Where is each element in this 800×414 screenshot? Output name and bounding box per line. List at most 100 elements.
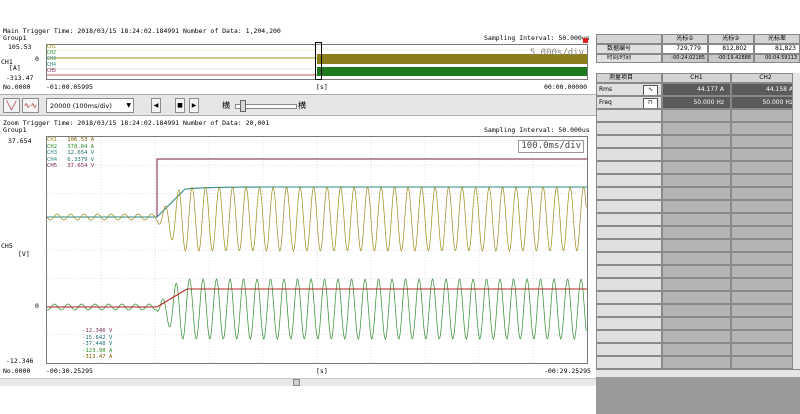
meas-empty-cell bbox=[596, 200, 662, 213]
meas-empty-cell bbox=[731, 109, 800, 122]
meas-empty-cell bbox=[662, 343, 731, 356]
meas-empty-cell bbox=[596, 226, 662, 239]
zoom-scroll-thumb[interactable] bbox=[293, 379, 300, 386]
zoom-bottom-values: -12.346 V -15.642 V -37.448 V -123.98 A … bbox=[82, 328, 112, 361]
zoom-rate-select[interactable]: 20000 (100ms/div) ▼ bbox=[46, 98, 134, 113]
freq-pulse-icon: ⊓ bbox=[643, 98, 658, 108]
zoom-top-ch: CH3 bbox=[47, 150, 58, 156]
zoom-bottom-blank bbox=[0, 386, 596, 414]
zoom-in-button[interactable]: ╲╱ bbox=[3, 98, 20, 113]
zoom-top-value: 37.654 V bbox=[67, 163, 95, 169]
meas-empty-cell bbox=[731, 356, 800, 369]
cursor-diff-data-number: 81,823 bbox=[754, 44, 800, 54]
meas-empty-cell bbox=[731, 122, 800, 135]
meas-empty-cell bbox=[731, 343, 800, 356]
meas-empty-cell bbox=[662, 161, 731, 174]
zoom-y-bottom: -12.346 bbox=[6, 357, 34, 365]
meas-empty-cell bbox=[596, 174, 662, 187]
meas-empty-cell bbox=[731, 213, 800, 226]
meas-header-ch2: CH2 bbox=[731, 73, 800, 83]
meas-empty-cell bbox=[662, 174, 731, 187]
main-ch-tag: CH5 bbox=[47, 68, 57, 74]
cursor1-data-number[interactable]: 729,779 bbox=[662, 44, 708, 54]
zoom-x-unit: [s] bbox=[316, 367, 328, 375]
zoom-unit-label: [V] bbox=[18, 250, 30, 258]
zoom-top-ch: CH1 bbox=[47, 137, 58, 143]
zoom-top-ch: CH2 bbox=[47, 143, 58, 150]
meas-row-freq-label[interactable]: Freq ⊓ bbox=[596, 96, 662, 109]
meas-empty-cell bbox=[731, 161, 800, 174]
meas-empty-cell bbox=[596, 265, 662, 278]
cursor2-data-number[interactable]: 812,802 bbox=[708, 44, 754, 54]
meas-empty-cell bbox=[662, 239, 731, 252]
zoom-trace-green-sine bbox=[47, 278, 587, 340]
meas-freq-ch2: 50.000 Hz bbox=[731, 96, 800, 109]
zoom-top-value: 106.53 A bbox=[67, 137, 95, 143]
meas-empty-cell bbox=[662, 213, 731, 226]
prev-button[interactable]: ◀ bbox=[151, 98, 161, 113]
meas-empty-cell bbox=[662, 122, 731, 135]
meas-empty-cell bbox=[596, 291, 662, 304]
main-zoom-window-marker[interactable] bbox=[315, 42, 322, 80]
zoom-plot-area[interactable]: 100.0ms/div bbox=[46, 136, 588, 364]
waveform-button[interactable]: ∿∿ bbox=[22, 98, 39, 113]
meas-empty-cell bbox=[662, 135, 731, 148]
zoom-horizontal-scrollbar[interactable] bbox=[0, 378, 596, 386]
meas-row-rms-label[interactable]: Rms ∿ bbox=[596, 83, 662, 96]
table-vertical-scrollbar[interactable] bbox=[792, 73, 800, 369]
rms-wave-icon: ∿ bbox=[643, 85, 658, 95]
main-plot-area[interactable]: 5.000s/div bbox=[46, 42, 588, 80]
zoom-trace-olive-sine bbox=[47, 185, 587, 253]
zoom-top-ch: CH4 bbox=[47, 156, 58, 163]
zoom-top-value: 378.04 A bbox=[67, 143, 95, 150]
cursor-a-label: 横 bbox=[222, 101, 230, 110]
meas-empty-cell bbox=[596, 122, 662, 135]
meas-empty-cell bbox=[596, 304, 662, 317]
zoom-sampling-interval: Sampling Interval: 50.000us bbox=[484, 126, 590, 134]
main-trigger-marker bbox=[583, 38, 588, 43]
meas-empty-cell bbox=[731, 239, 800, 252]
zoom-x-start: -00:30.25295 bbox=[46, 367, 93, 375]
main-trace-green-block bbox=[317, 67, 587, 76]
next-button[interactable]: ▶ bbox=[189, 98, 199, 113]
cursor-slider-thumb[interactable] bbox=[240, 100, 246, 112]
main-ch-tags: CH1 CH2 CH3 CH4 CH5 bbox=[47, 44, 61, 74]
main-unit-label: [A] bbox=[9, 64, 21, 72]
meas-empty-cell bbox=[731, 148, 800, 161]
zoom-top-ch: CH5 bbox=[47, 163, 58, 169]
meas-freq-ch1: 50.000 Hz bbox=[662, 96, 731, 109]
meas-empty-cell bbox=[662, 330, 731, 343]
main-group-label: Group1 bbox=[3, 34, 27, 42]
stop-button[interactable]: ■ bbox=[175, 98, 185, 113]
meas-empty-cell bbox=[731, 278, 800, 291]
main-y-top: 105.53 bbox=[8, 43, 32, 51]
zoom-panel: Zoom Trigger Time: 2018/03/15 18:24:02.1… bbox=[0, 116, 596, 414]
cursor-header-1: 光标① bbox=[662, 34, 708, 44]
meas-empty-cell bbox=[596, 239, 662, 252]
zoom-top-values: CH1 106.53 A CH2 378.04 A CH3 12.654 V C… bbox=[47, 137, 94, 170]
meas-empty-cell bbox=[662, 317, 731, 330]
cursor1-time: -00:24.02185 bbox=[662, 54, 708, 63]
zoom-toolbar: ╲╱ ∿∿ 20000 (100ms/div) ▼ ◀ ■ ▶ 横 横 bbox=[0, 94, 596, 116]
chevron-down-icon: ▼ bbox=[126, 102, 131, 109]
meas-empty-cell bbox=[662, 278, 731, 291]
meas-empty-cell bbox=[731, 291, 800, 304]
zoom-top-value: 12.654 V bbox=[67, 150, 95, 156]
meas-empty-cell bbox=[596, 161, 662, 174]
zoom-bottom-value: -37.448 V bbox=[82, 341, 113, 347]
zoom-bottom-value: -12.346 V bbox=[82, 328, 113, 334]
meas-empty-cell bbox=[731, 174, 800, 187]
zoom-x-end: -00:29.25295 bbox=[544, 367, 591, 375]
main-x-end: 00:00.00000 bbox=[544, 83, 588, 91]
meas-empty-cell bbox=[662, 109, 731, 122]
zoom-top-value-row: CH5 37.654 V bbox=[47, 163, 94, 170]
meas-empty-cell bbox=[596, 278, 662, 291]
meas-empty-cell bbox=[731, 226, 800, 239]
right-gap bbox=[596, 63, 800, 73]
main-x-unit: [s] bbox=[316, 83, 328, 91]
meas-header-label: 测量项目 bbox=[596, 73, 662, 83]
table-horizontal-scrollbar[interactable] bbox=[596, 369, 800, 377]
meas-rms-ch2: 44.158 A bbox=[731, 83, 800, 96]
main-overview-panel: Main Trigger Time: 2018/03/15 18:24:02.1… bbox=[0, 0, 596, 94]
zoom-y-zero: 0 bbox=[35, 302, 39, 310]
